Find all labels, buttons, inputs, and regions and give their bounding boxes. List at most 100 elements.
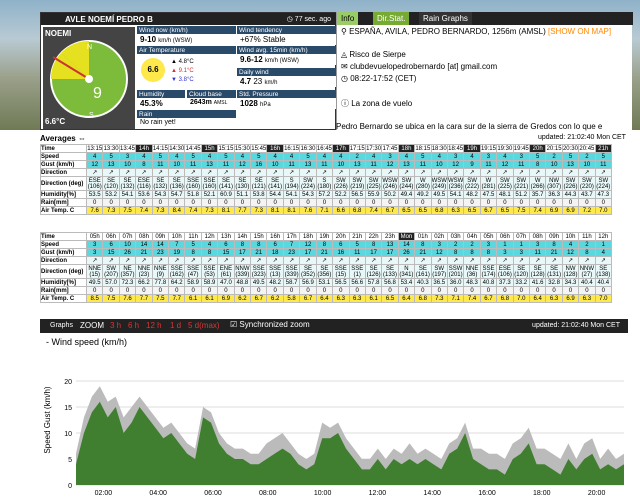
averages-cell-speed: 4 [266, 152, 284, 161]
averages-cell-deg: SW (225) [496, 176, 514, 191]
forecast-cell-hum: 32.8 [545, 278, 563, 287]
forecast-cell-deg: (1) [353, 271, 361, 278]
forecast-cell-gust: 11 [348, 248, 366, 257]
x-tick-label: 20:00 [588, 490, 606, 497]
x-tick-label: 14:00 [423, 490, 441, 497]
forecast-cell-gust: 15 [217, 248, 235, 257]
forecast-cell-dirname: ENE [219, 265, 233, 272]
forecast-cell-deg: SE (161) [414, 264, 432, 279]
averages-cell-dirname: WSW [447, 177, 464, 184]
averages-cell-deg: SW (226) [561, 176, 580, 191]
forecast-cell-temp: 6.3 [348, 294, 366, 303]
averages-cell-deg: W (281) [479, 176, 498, 191]
tab-rain-graphs[interactable]: Rain Graphs [419, 12, 472, 25]
forecast-direction-arrow-icon: ↗ [217, 256, 235, 265]
averages-cell-gust: 11 [364, 160, 383, 169]
mountain-icon: ◬ [341, 50, 348, 59]
averages-cell-times: 19:45 [512, 144, 530, 153]
location-text: ESPAÑA, AVILA, PEDRO BERNARDO, 1256m (AM… [349, 27, 546, 36]
x-tick-label: 18:00 [533, 490, 551, 497]
averages-cell-rain: 0 [233, 198, 252, 207]
forecast-cell-deg: (23) [138, 271, 150, 278]
forecast-cell-times: 17h [282, 232, 301, 241]
forecast-cell-gust: 8 [578, 248, 596, 257]
air-temp-value: 6.6 [141, 58, 165, 82]
forecast-cell-speed: 3 [85, 240, 104, 249]
daily-wind-box: Daily wind 4.7 23 km/h [237, 68, 336, 87]
zoom-3h[interactable]: 3 h [110, 321, 121, 330]
forecast-cell-hum: 41.6 [528, 278, 547, 287]
x-tick-label: 16:00 [478, 490, 496, 497]
wind-dial[interactable]: NOEMI N S 9 6.6°C [43, 27, 135, 129]
averages-direction-arrow-icon: ↗ [135, 168, 153, 177]
forecast-cell-deg: (13) [269, 271, 281, 278]
wind-chart-svg: 0 5 10 15 20 Speed Gust (km/h) 02:00 04:00 06:00… [43, 379, 624, 497]
averages-cell-deg: ESE (106) [85, 176, 104, 191]
forecast-cell-times: 05h [479, 232, 498, 241]
tab-info[interactable]: Info [337, 12, 359, 25]
averages-cell-speed: 4 [315, 152, 334, 161]
averages-cell-deg: S (180) [315, 176, 334, 191]
averages-cell-gust: 10 [266, 160, 284, 169]
show-on-map-link[interactable]: [SHOW ON MAP] [548, 27, 611, 36]
forecast-cell-speed: 4 [200, 240, 219, 249]
zoom-5d[interactable]: 5 d(max) [188, 321, 220, 330]
tab-dir-stat[interactable]: Dir.Stat. [373, 12, 410, 25]
forecast-direction-arrow-icon: ↗ [463, 256, 481, 265]
averages-cell-gust: 11 [479, 160, 498, 169]
averages-direction-arrow-icon: ↗ [594, 168, 613, 177]
averages-cell-gust: 13 [397, 160, 416, 169]
zoom-1d[interactable]: 1 d [170, 321, 181, 330]
averages-cell-hum: 47.3 [594, 190, 613, 199]
averages-cell-rain: 0 [299, 198, 317, 207]
averages-cell-dirname: WSW [382, 177, 398, 184]
forecast-cell-times: 09h [151, 232, 170, 241]
forecast-cell-rain: 0 [397, 286, 416, 295]
forecast-cell-speed: 3 [479, 240, 498, 249]
forecast-row-temp: Air Temp. C 8.5 7.5 7.6 7.7 7.5 7.7 6.1 6.1 6.9 6.… [40, 294, 613, 303]
forecast-cell-speed: 1 [512, 240, 530, 249]
forecast-cell-speed: 6 [332, 240, 350, 249]
forecast-cell-temp: 6.1 [184, 294, 202, 303]
forecast-cell-temp: 7.7 [168, 294, 186, 303]
averages-cell-rain: 0 [266, 198, 284, 207]
averages-direction-arrow-icon: ↗ [578, 168, 596, 177]
averages-direction-arrow-icon: ↗ [151, 168, 170, 177]
forecast-cell-times: 21h [348, 232, 366, 241]
forecast-cell-speed: 7 [282, 240, 301, 249]
wind-chart[interactable]: - Wind speed (km/h) 0 5 10 15 20 Speed Gust (… [40, 333, 628, 499]
forecast-cell-deg: NNW (27) [578, 264, 596, 279]
averages-cell-deg: SE (132) [118, 176, 137, 191]
forecast-cell-speed: 6 [102, 240, 120, 249]
sync-zoom-checkbox[interactable]: ☑ Synchronized zoom [230, 320, 310, 329]
averages-cell-times: 16h [266, 144, 284, 153]
averages-label-hum: Humidity[%] [40, 190, 87, 199]
averages-cell-temp: 7.4 [184, 206, 202, 215]
averages-cell-hum: 53.5 [85, 190, 104, 199]
averages-cell-gust: 9 [463, 160, 481, 169]
averages-cell-gust: 11 [594, 160, 613, 169]
forecast-cell-rain: 0 [512, 286, 530, 295]
forecast-cell-dirname: SSE [269, 265, 282, 272]
forecast-cell-deg: SE (120) [512, 264, 530, 279]
averages-cell-hum: 52.1 [200, 190, 219, 199]
averages-direction-arrow-icon: ↗ [397, 168, 416, 177]
forecast-cell-gust: 17 [233, 248, 252, 257]
averages-cell-hum: 56.5 [348, 190, 366, 199]
averages-cell-speed: 3 [512, 152, 530, 161]
zoom-6h[interactable]: 6 h [128, 321, 139, 330]
forecast-cell-speed: 4 [561, 240, 580, 249]
forecast-cell-speed: 12 [299, 240, 317, 249]
forecast-cell-temp: 7.7 [135, 294, 153, 303]
arrows-icon[interactable]: ⇔ [78, 134, 86, 143]
averages-cell-deg: (194) [284, 183, 299, 190]
averages-cell-deg: (130) [235, 183, 250, 190]
info-panel: Info Dir.Stat. Rain Graphs ⚲ ESPAÑA, AVI… [336, 12, 633, 130]
averages-cell-temp: 7.6 [299, 206, 317, 215]
zoom-12h[interactable]: 12 h [146, 321, 162, 330]
wind-tendency-box: Wind tendency +67% Stable [237, 26, 336, 45]
y-tick-label: 20 [64, 379, 72, 386]
forecast-cell-rain: 0 [578, 286, 596, 295]
forecast-cell-temp: 6.9 [561, 294, 580, 303]
averages-cell-speed: 4 [430, 152, 448, 161]
